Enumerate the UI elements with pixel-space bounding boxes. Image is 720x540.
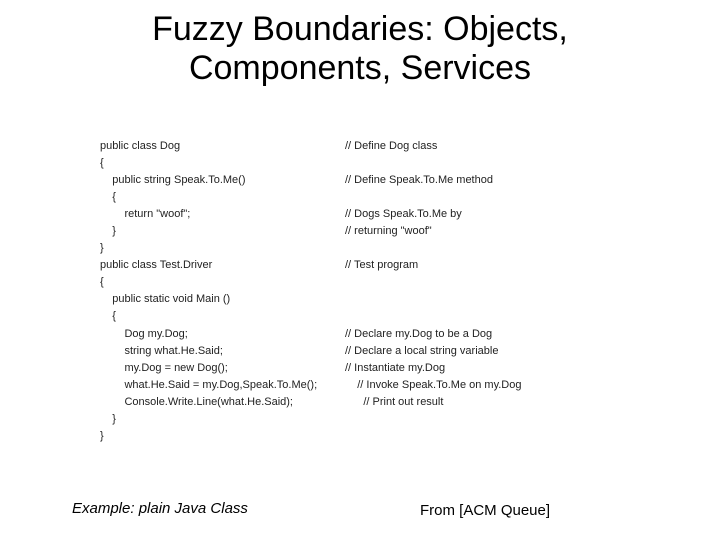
code-text: public class Dog	[100, 138, 345, 155]
caption-source: From [ACM Queue]	[420, 502, 550, 519]
caption-example: Example: plain Java Class	[72, 500, 248, 517]
code-text: string what.He.Said;	[100, 343, 345, 360]
code-line: my.Dog = new Dog();// Instantiate my.Dog	[100, 360, 620, 377]
code-comment: // Instantiate my.Dog	[345, 360, 445, 377]
code-comment: // Print out result	[345, 394, 443, 411]
code-text: Dog my.Dog;	[100, 326, 345, 343]
code-block: public class Dog// Define Dog class{ pub…	[100, 138, 620, 445]
slide-title: Fuzzy Boundaries: Objects, Components, S…	[0, 0, 720, 88]
code-line: what.He.Said = my.Dog,Speak.To.Me(); // …	[100, 377, 620, 394]
code-text: {	[100, 189, 345, 206]
code-line: }// returning "woof"	[100, 223, 620, 240]
code-line: public string Speak.To.Me()// Define Spe…	[100, 172, 620, 189]
code-line: public class Dog// Define Dog class	[100, 138, 620, 155]
code-comment: // Test program	[345, 257, 418, 274]
code-text: {	[100, 274, 345, 291]
code-line: public class Test.Driver// Test program	[100, 257, 620, 274]
code-line: public static void Main ()	[100, 291, 620, 308]
code-comment: // Declare my.Dog to be a Dog	[345, 326, 492, 343]
code-text: my.Dog = new Dog();	[100, 360, 345, 377]
code-line: }	[100, 240, 620, 257]
code-comment: // Define Dog class	[345, 138, 437, 155]
code-line: return "woof";// Dogs Speak.To.Me by	[100, 206, 620, 223]
code-line: string what.He.Said;// Declare a local s…	[100, 343, 620, 360]
code-line: {	[100, 308, 620, 325]
code-comment: // Declare a local string variable	[345, 343, 498, 360]
code-text: public static void Main ()	[100, 291, 345, 308]
code-text: return "woof";	[100, 206, 345, 223]
code-text: }	[100, 411, 345, 428]
code-line: }	[100, 428, 620, 445]
code-text: }	[100, 428, 345, 445]
code-text: {	[100, 308, 345, 325]
code-comment: // Dogs Speak.To.Me by	[345, 206, 462, 223]
title-line-2: Components, Services	[189, 49, 531, 87]
code-line: Console.Write.Line(what.He.Said); // Pri…	[100, 394, 620, 411]
code-text: Console.Write.Line(what.He.Said);	[100, 394, 345, 411]
code-comment: // Define Speak.To.Me method	[345, 172, 493, 189]
code-line: Dog my.Dog;// Declare my.Dog to be a Dog	[100, 326, 620, 343]
code-text: public string Speak.To.Me()	[100, 172, 345, 189]
slide: Fuzzy Boundaries: Objects, Components, S…	[0, 0, 720, 540]
code-line: {	[100, 189, 620, 206]
code-text: what.He.Said = my.Dog,Speak.To.Me();	[100, 377, 345, 394]
code-line: {	[100, 155, 620, 172]
code-text: {	[100, 155, 345, 172]
code-line: }	[100, 411, 620, 428]
code-text: public class Test.Driver	[100, 257, 345, 274]
title-line-1: Fuzzy Boundaries: Objects,	[152, 10, 568, 48]
code-text: }	[100, 223, 345, 240]
code-comment: // Invoke Speak.To.Me on my.Dog	[345, 377, 522, 394]
code-text: }	[100, 240, 345, 257]
code-line: {	[100, 274, 620, 291]
code-comment: // returning "woof"	[345, 223, 432, 240]
